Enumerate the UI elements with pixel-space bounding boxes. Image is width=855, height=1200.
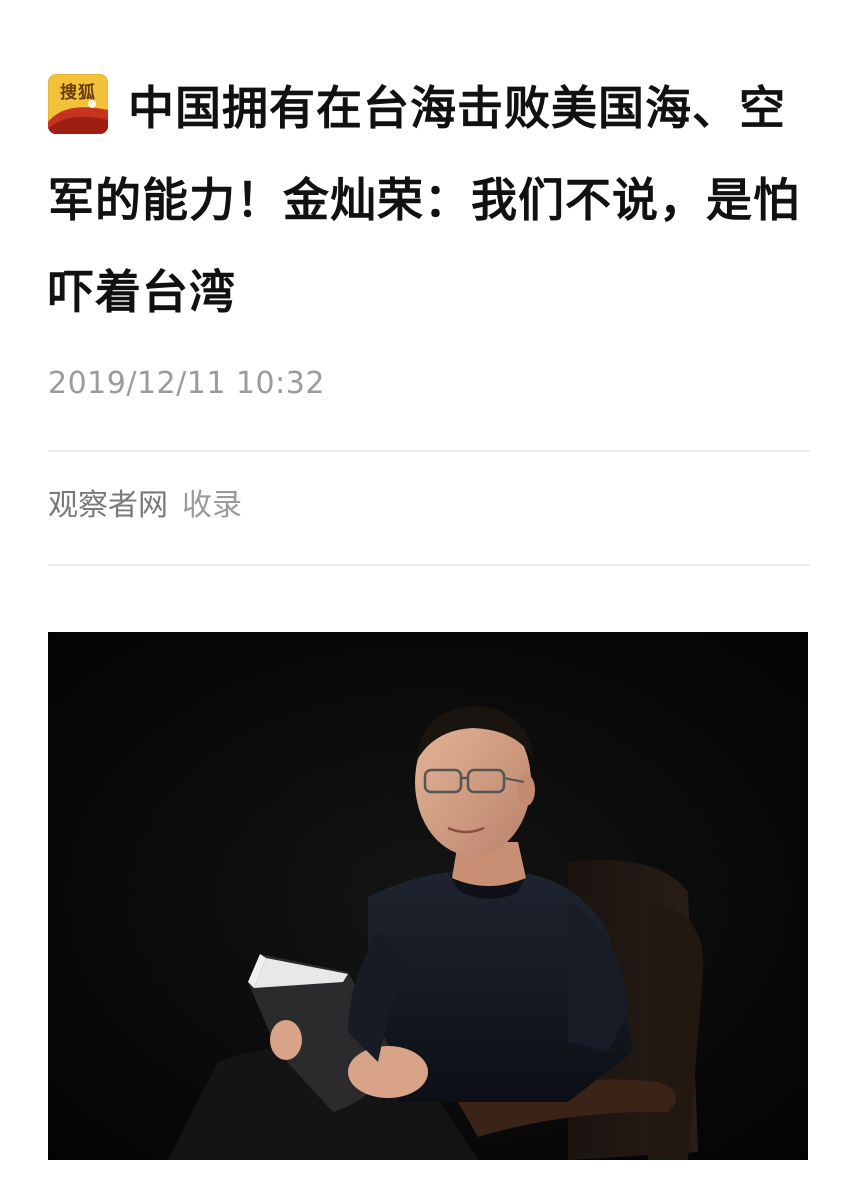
portrait-photo-icon <box>48 632 808 1160</box>
article-photo[interactable] <box>48 632 808 1160</box>
source-row: 观察者网 收录 <box>48 480 242 524</box>
divider <box>48 564 810 566</box>
article: 搜狐 中国拥有在台海击败美国海、空军的能力！金灿荣：我们不说，是怕吓着台湾 20… <box>0 0 855 1200</box>
headline-block: 搜狐 中国拥有在台海击败美国海、空军的能力！金灿荣：我们不说，是怕吓着台湾 <box>48 62 818 338</box>
sohu-logo-icon[interactable]: 搜狐 <box>48 74 108 134</box>
publish-timestamp: 2019/12/11 10:32 <box>48 366 325 401</box>
source-name-link[interactable]: 观察者网 <box>48 488 168 523</box>
divider <box>48 450 810 452</box>
logo-text: 搜狐 <box>60 83 96 103</box>
source-action-label: 收录 <box>182 488 242 523</box>
article-headline: 中国拥有在台海击败美国海、空军的能力！金灿荣：我们不说，是怕吓着台湾 <box>48 81 800 319</box>
